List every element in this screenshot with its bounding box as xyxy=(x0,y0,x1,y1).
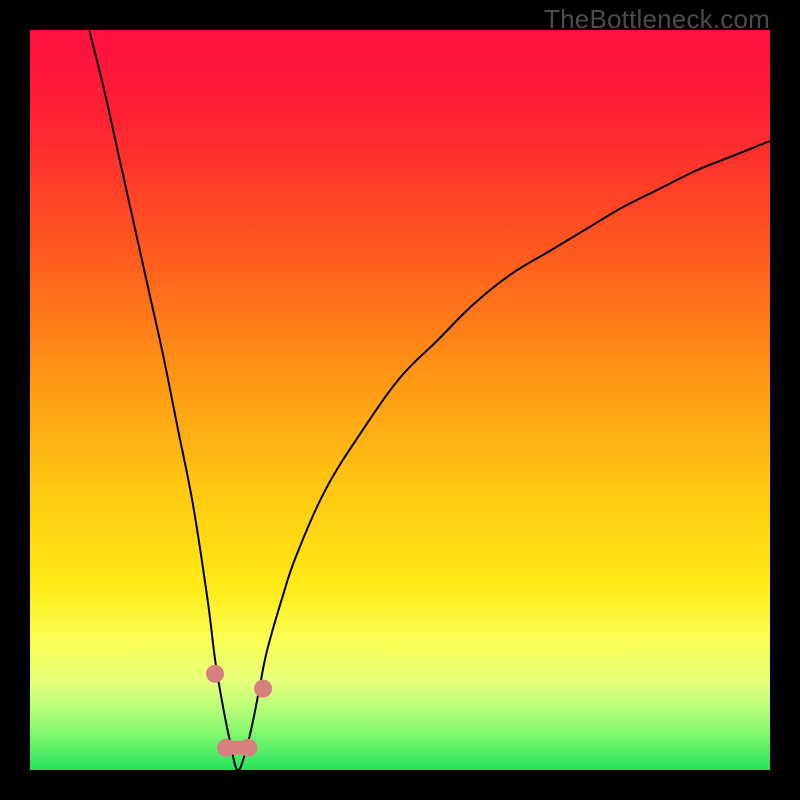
watermark-text: TheBottleneck.com xyxy=(544,4,770,35)
plot-layer xyxy=(30,30,770,770)
marker-left-shoulder xyxy=(206,665,224,683)
marker-right-shoulder xyxy=(254,680,272,698)
plot-frame xyxy=(30,30,770,770)
bottleneck-curve xyxy=(89,30,770,770)
marker-valley-left xyxy=(217,739,235,757)
marker-valley-right xyxy=(239,739,257,757)
